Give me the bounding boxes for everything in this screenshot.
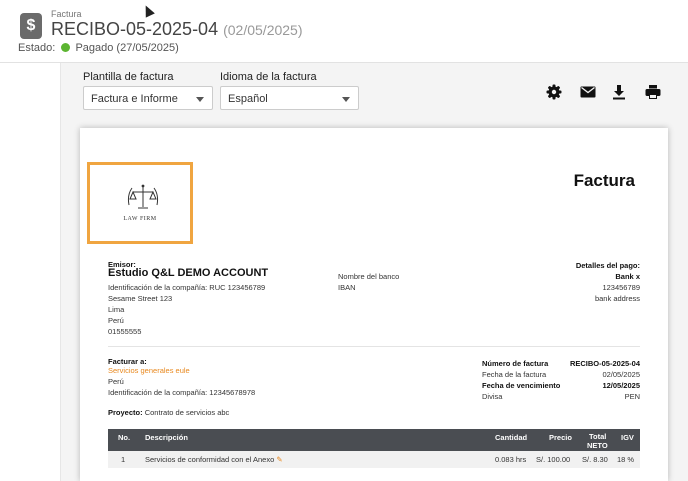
page-title: RECIBO-05-2025-04 (02/05/2025) <box>51 19 303 40</box>
download-icon[interactable] <box>611 84 627 100</box>
issuer-line: 01555555 <box>108 327 142 336</box>
issuer-line: Perú <box>108 316 124 325</box>
status-value: Pagado (27/05/2025) <box>75 42 179 54</box>
chevron-down-icon <box>196 97 204 102</box>
col-description: Descripción <box>145 433 188 442</box>
client-id: Identificación de la compañía: 123456789… <box>108 388 256 397</box>
payment-bank: Bank x <box>615 272 640 281</box>
issuer-line: Lima <box>108 305 125 314</box>
language-label: Idioma de la factura <box>220 71 317 83</box>
language-select[interactable]: Español <box>220 86 359 110</box>
mail-icon[interactable] <box>580 84 596 100</box>
meta-value: 12/05/2025 <box>602 381 640 390</box>
issuer-line: Sesame Street 123 <box>108 294 173 303</box>
row-quantity: 0.083 hrs <box>495 455 527 464</box>
gear-icon[interactable] <box>546 84 562 100</box>
meta-value: PEN <box>624 392 640 401</box>
bank-name-label: Nombre del banco <box>338 272 400 281</box>
edit-pencil-icon[interactable]: ✎ <box>276 455 282 464</box>
meta-value: RECIBO-05-2025-04 <box>569 359 640 368</box>
payment-title: Detalles del pago: <box>575 261 640 270</box>
company-logo[interactable]: LAW FIRM <box>87 162 193 244</box>
logo-text: LAW FIRM <box>123 216 157 222</box>
invoice-preview: LAW FIRM Factura Emisor: Estudio Q&L DEM… <box>80 128 668 481</box>
col-no: No. <box>118 433 131 442</box>
client-name[interactable]: Servicios generales eule <box>108 366 190 375</box>
payment-account: 123456789 <box>602 283 640 292</box>
issuer-line: Identificación de la compañía: RUC 12345… <box>108 283 266 292</box>
print-icon[interactable] <box>645 84 661 100</box>
row-no: 1 <box>121 455 126 464</box>
breadcrumb[interactable]: Factura <box>51 9 82 19</box>
table-row: 1 Servicios de conformidad con el Anexo … <box>108 451 640 468</box>
invoice-number: RECIBO-05-2025-04 <box>51 19 219 39</box>
row-price: S/. 100.00 <box>536 455 571 464</box>
status-dot-icon <box>61 43 71 52</box>
template-select-value: Factura e Informe <box>91 93 178 105</box>
left-panel <box>0 63 61 481</box>
iban-label: IBAN <box>338 283 356 292</box>
divider <box>108 346 640 347</box>
col-total-net: NETO <box>587 441 608 450</box>
project-value: Contrato de servicios abc <box>144 408 230 417</box>
meta-label: Divisa <box>482 392 503 401</box>
chevron-down-icon <box>342 97 350 102</box>
language-select-value: Español <box>228 93 268 105</box>
client-country: Perú <box>108 377 124 386</box>
status-line: Estado: Pagado (27/05/2025) <box>18 42 179 54</box>
col-price: Precio <box>549 433 572 442</box>
template-label: Plantilla de factura <box>83 71 174 83</box>
invoice-dollar-icon: $ <box>20 13 42 39</box>
row-description: Servicios de conformidad con el Anexo ✎ <box>145 455 283 464</box>
project-label: Proyecto: <box>108 408 143 417</box>
top-bar: $ Factura RECIBO-05-2025-04 (02/05/2025)… <box>0 0 688 63</box>
issuer-name: Estudio Q&L DEMO ACCOUNT <box>108 267 269 279</box>
meta-label: Fecha de la factura <box>482 370 547 379</box>
meta-label: Número de factura <box>482 359 549 368</box>
col-quantity: Cantidad <box>495 433 528 442</box>
meta-label: Fecha de vencimiento <box>482 381 561 390</box>
invoice-date: (02/05/2025) <box>223 22 303 38</box>
row-description-text: Servicios de conformidad con el Anexo <box>145 455 275 464</box>
col-total: Total <box>589 432 607 441</box>
status-label: Estado: <box>18 42 56 54</box>
row-igv: 18 % <box>617 455 635 464</box>
col-igv: IGV <box>621 433 634 442</box>
bill-to-label: Facturar a: <box>108 357 147 366</box>
meta-value: 02/05/2025 <box>602 370 640 379</box>
template-select[interactable]: Factura e Informe <box>83 86 213 110</box>
row-total: S/. 8.30 <box>582 455 608 464</box>
document-title: Factura <box>573 171 635 190</box>
scales-of-justice-icon <box>127 184 159 209</box>
items-table-header: No. Descripción Cantidad Precio Total NE… <box>108 429 640 451</box>
payment-address: bank address <box>594 294 640 303</box>
project-line: Proyecto: Contrato de servicios abc <box>108 408 229 417</box>
